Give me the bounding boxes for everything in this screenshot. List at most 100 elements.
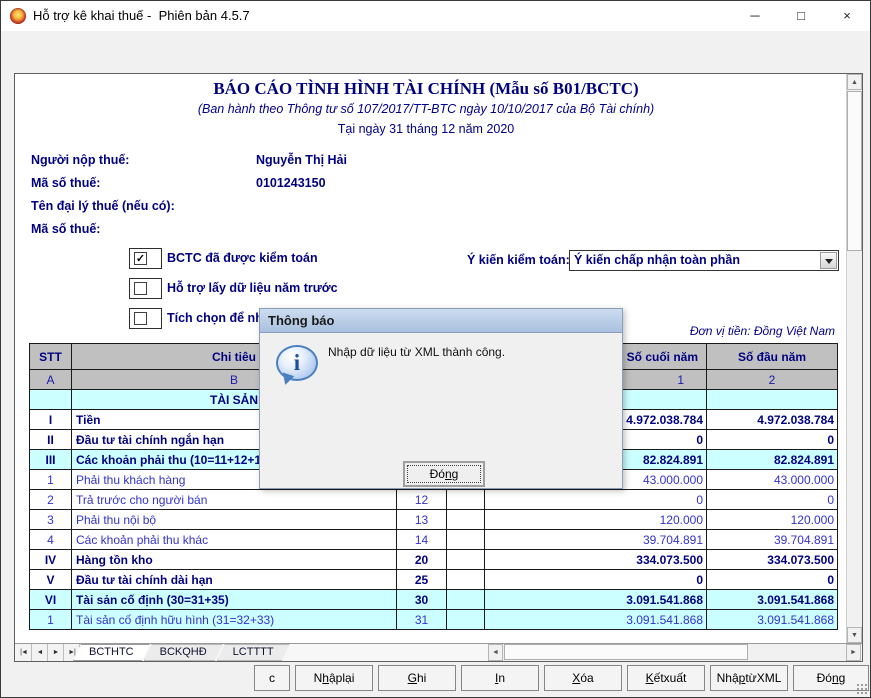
maximize-button[interactable]: □ (778, 1, 824, 31)
title-bar: Hỗ trợ kê khai thuế - Phiên bản 4.5.7 ─ … (1, 1, 870, 31)
value-begin-of-year[interactable]: 0 (707, 430, 838, 450)
report-subtitle: (Ban hành theo Thông tư số 107/2017/TT-B… (15, 102, 837, 116)
row-label: Các khoản phải thu khác (72, 530, 397, 550)
row-note (447, 610, 485, 630)
window-controls: ─ □ × (732, 1, 870, 31)
audit-opinion-label: Ý kiến kiểm toán: (467, 253, 570, 267)
row-stt: 1 (30, 470, 72, 490)
reset-button[interactable]: Nhập lại (295, 665, 373, 691)
audited-checkbox-label: BCTC đã được kiểm toán (167, 251, 318, 265)
info-icon: i (276, 345, 318, 381)
table-row: IVHàng tồn kho20334.073.500334.073.500 (30, 550, 838, 570)
sheet-tabs: BCTHTCBCKQHĐLCTTTT (79, 644, 290, 661)
notification-dialog: Thông báo i Nhập dữ liệu từ XML thành cô… (259, 308, 623, 489)
value-end-of-year: 3.091.541.868 (485, 590, 707, 610)
row-code: 30 (397, 590, 447, 610)
tax-id-label: Mã số thuế: (31, 176, 100, 190)
value-end-of-year[interactable]: 0 (485, 490, 707, 510)
scroll-left-icon[interactable]: ◄ (488, 644, 503, 661)
vertical-scrollbar-thumb[interactable] (847, 91, 862, 251)
value-end-of-year[interactable]: 334.073.500 (485, 550, 707, 570)
audited-checkbox[interactable]: ✓ (129, 248, 162, 269)
row-note (447, 530, 485, 550)
horizontal-scrollbar[interactable]: ◄ ► (488, 644, 861, 661)
value-end-of-year[interactable]: 39.704.891 (485, 530, 707, 550)
value-begin-of-year[interactable]: 43.000.000 (707, 470, 838, 490)
row-code: 25 (397, 570, 447, 590)
agent-tax-id-label: Mã số thuế: (31, 222, 100, 236)
sheet-tab-bcthtc[interactable]: BCTHTC (73, 644, 150, 661)
column-subheader: A (30, 370, 72, 390)
value-end-of-year[interactable]: 0 (485, 570, 707, 590)
close-button[interactable]: × (824, 1, 870, 31)
row-stt: IV (30, 550, 72, 570)
app-icon (10, 8, 26, 24)
value-end-of-year: 3.091.541.868 (485, 610, 707, 630)
row-note (447, 490, 485, 510)
currency-note: Đơn vị tiền: Đồng Việt Nam (690, 324, 835, 338)
save-button[interactable]: Ghi (378, 665, 456, 691)
audit-opinion-value: Ý kiến chấp nhận toàn phần (574, 253, 740, 267)
row-code: 20 (397, 550, 447, 570)
row-code: 13 (397, 510, 447, 530)
dialog-close-button[interactable]: Đóng (403, 461, 485, 487)
row-stt: 2 (30, 490, 72, 510)
row-label: Phải thu nội bộ (72, 510, 397, 530)
value-begin-of-year[interactable]: 0 (707, 490, 838, 510)
agent-name-label: Tên đại lý thuế (nếu có): (31, 199, 175, 213)
tab-first-icon[interactable]: |◄ (16, 644, 32, 661)
import-xml-button[interactable]: Nhập từ XML (710, 665, 788, 691)
audited-checkbox-mark[interactable]: ✓ (134, 252, 147, 265)
vertical-scrollbar[interactable]: ▲ ▼ (846, 74, 862, 644)
value-begin-of-year[interactable]: 120.000 (707, 510, 838, 530)
grid-cell (707, 390, 838, 410)
sheet-tab-bckqhđ[interactable]: BCKQHĐ (144, 644, 223, 661)
value-begin-of-year[interactable]: 39.704.891 (707, 530, 838, 550)
export-button[interactable]: Kết xuất (627, 665, 705, 691)
row-stt: 1 (30, 610, 72, 630)
value-begin-of-year[interactable]: 4.972.038.784 (707, 410, 838, 430)
value-end-of-year[interactable]: 120.000 (485, 510, 707, 530)
value-begin-of-year[interactable]: 334.073.500 (707, 550, 838, 570)
partial-button[interactable]: c (254, 665, 290, 691)
row-label: Tài sản cố định (30=31+35) (72, 590, 397, 610)
dialog-message: Nhập dữ liệu từ XML thành công. (328, 345, 505, 359)
row-stt: VI (30, 590, 72, 610)
row-note (447, 570, 485, 590)
minimize-button[interactable]: ─ (732, 1, 778, 31)
row-code: 31 (397, 610, 447, 630)
row-label: Trả trước cho người bán (72, 490, 397, 510)
row-stt: III (30, 450, 72, 470)
scroll-down-icon[interactable]: ▼ (847, 627, 862, 643)
scroll-right-icon[interactable]: ► (846, 644, 861, 661)
horizontal-scrollbar-thumb[interactable] (504, 644, 748, 660)
dialog-title: Thông báo (260, 309, 622, 333)
tab-prev-icon[interactable]: ◄ (32, 644, 48, 661)
tab-next-icon[interactable]: ► (48, 644, 64, 661)
third-option-checkbox[interactable] (129, 308, 162, 329)
delete-button[interactable]: Xóa (544, 665, 622, 691)
prev-year-data-checkbox-mark[interactable] (134, 282, 147, 295)
window-title: Hỗ trợ kê khai thuế - Phiên bản 4.5.7 (33, 1, 250, 31)
print-button[interactable]: In (461, 665, 539, 691)
row-label: Đầu tư tài chính dài hạn (72, 570, 397, 590)
audit-opinion-select[interactable]: Ý kiến chấp nhận toàn phần (569, 250, 839, 271)
column-header: Số đầu năm (707, 344, 838, 370)
resize-grip[interactable] (856, 683, 867, 694)
third-option-checkbox-mark[interactable] (134, 312, 147, 325)
taxpayer-label: Người nộp thuế: (31, 153, 129, 167)
sheet-tab-strip: |◄ ◄ ► ►| BCTHTCBCKQHĐLCTTTT ◄ ► (15, 643, 862, 661)
row-stt: 4 (30, 530, 72, 550)
row-stt: V (30, 570, 72, 590)
combo-dropdown-button[interactable] (820, 252, 837, 269)
column-header: STT (30, 344, 72, 370)
value-begin-of-year[interactable]: 0 (707, 570, 838, 590)
tab-nav-buttons: |◄ ◄ ► ►| (16, 644, 80, 661)
focus-rectangle (407, 465, 481, 483)
sheet-tab-lctttt[interactable]: LCTTTT (217, 644, 290, 661)
prev-year-data-checkbox[interactable] (129, 278, 162, 299)
taxpayer-name: Nguyễn Thị Hải (256, 153, 347, 167)
prev-year-data-checkbox-label: Hỗ trợ lấy dữ liệu năm trước (167, 281, 338, 295)
scroll-up-icon[interactable]: ▲ (847, 74, 862, 90)
row-label: Tài sản cố định hữu hình (31=32+33) (72, 610, 397, 630)
